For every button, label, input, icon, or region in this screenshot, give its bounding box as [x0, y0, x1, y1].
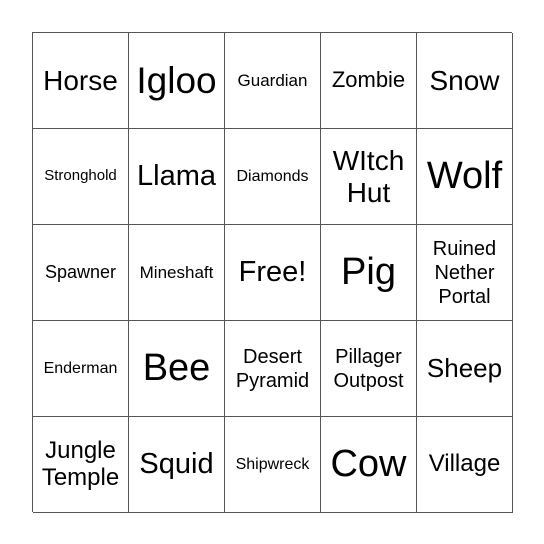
bingo-cell[interactable]: Guardian [225, 33, 321, 129]
bingo-cell[interactable]: Shipwreck [225, 417, 321, 513]
bingo-cell[interactable]: Desert Pyramid [225, 321, 321, 417]
bingo-cell[interactable]: Spawner [33, 225, 129, 321]
bingo-cell[interactable]: Pillager Outpost [321, 321, 417, 417]
bingo-cell[interactable]: Igloo [129, 33, 225, 129]
bingo-cell[interactable]: Ruined Nether Portal [417, 225, 513, 321]
bingo-cell[interactable]: Diamonds [225, 129, 321, 225]
bingo-cell[interactable]: Horse [33, 33, 129, 129]
bingo-cell[interactable]: Pig [321, 225, 417, 321]
bingo-cell[interactable]: Zombie [321, 33, 417, 129]
bingo-cell[interactable]: Mineshaft [129, 225, 225, 321]
bingo-cell[interactable]: Jungle Temple [33, 417, 129, 513]
free-space-cell[interactable]: Free! [225, 225, 321, 321]
bingo-cell[interactable]: Bee [129, 321, 225, 417]
bingo-card: Horse Igloo Guardian Zombie Snow Strongh… [32, 32, 513, 513]
bingo-cell[interactable]: Squid [129, 417, 225, 513]
bingo-cell[interactable]: Snow [417, 33, 513, 129]
bingo-cell[interactable]: Cow [321, 417, 417, 513]
bingo-cell[interactable]: Wolf [417, 129, 513, 225]
bingo-cell[interactable]: WItch Hut [321, 129, 417, 225]
bingo-cell[interactable]: Stronghold [33, 129, 129, 225]
bingo-cell[interactable]: Enderman [33, 321, 129, 417]
bingo-cell[interactable]: Llama [129, 129, 225, 225]
bingo-cell[interactable]: Sheep [417, 321, 513, 417]
bingo-cell[interactable]: Village [417, 417, 513, 513]
